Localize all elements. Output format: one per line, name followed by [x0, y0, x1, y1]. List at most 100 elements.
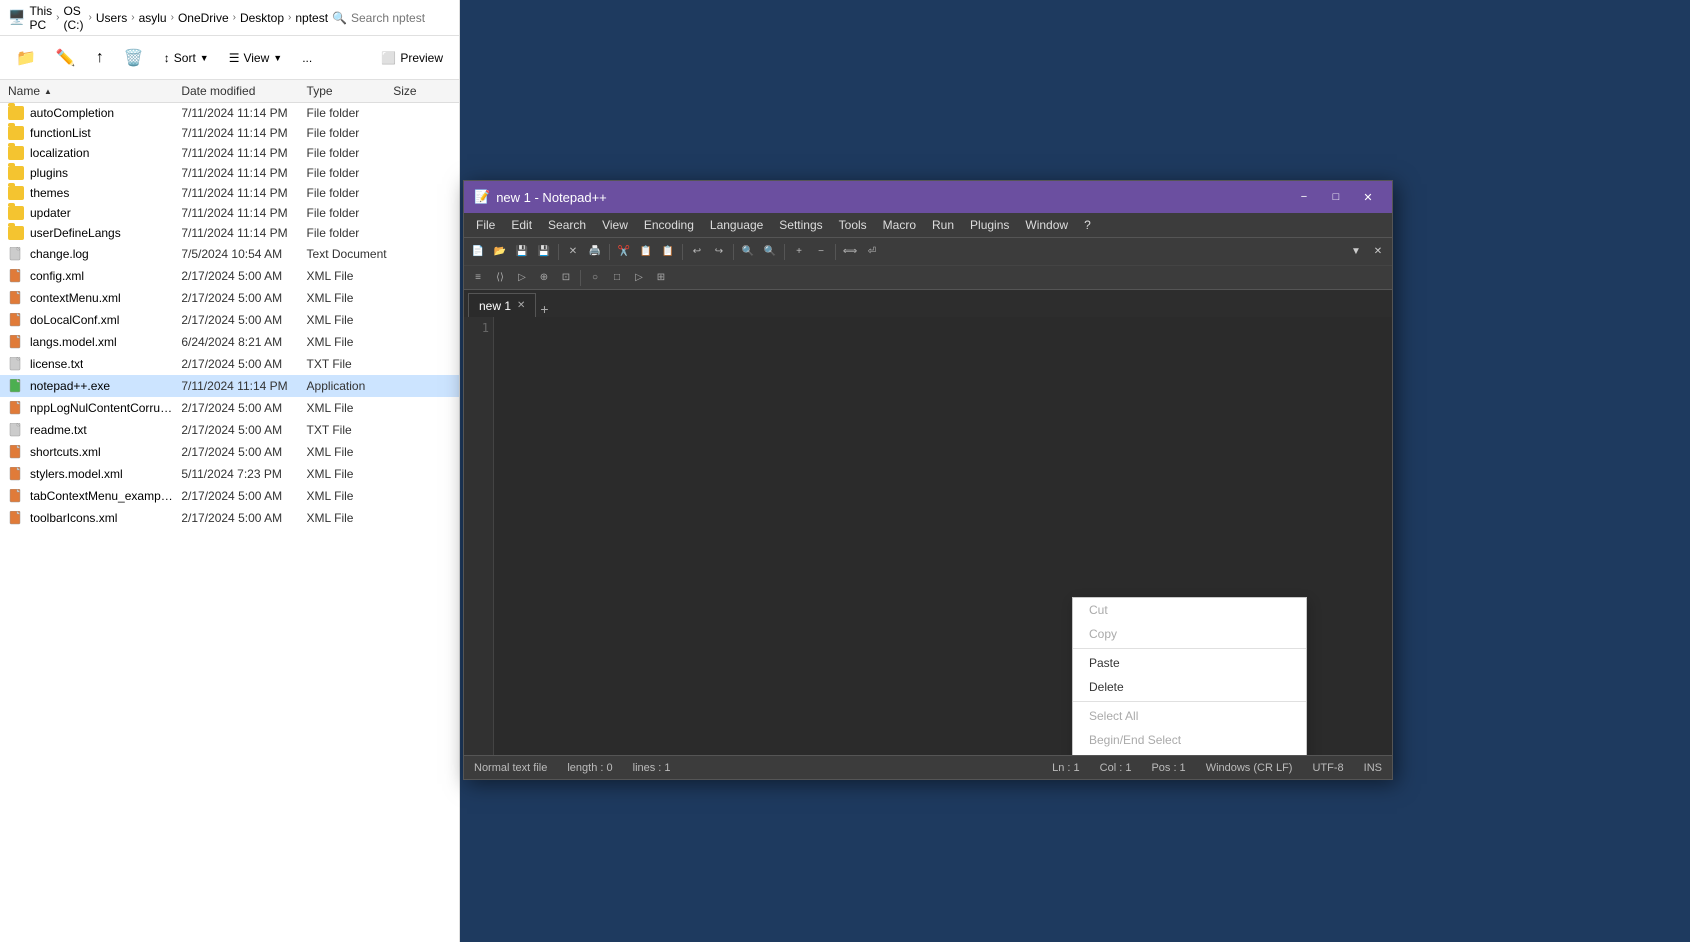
file-row[interactable]: themes 7/11/2024 11:14 PM File folder	[0, 183, 459, 203]
file-type: XML File	[307, 313, 394, 327]
menu-item-view[interactable]: View	[594, 216, 636, 234]
add-tab-button[interactable]: +	[540, 301, 548, 317]
file-row[interactable]: contextMenu.xml 2/17/2024 5:00 AM XML Fi…	[0, 287, 459, 309]
cut-btn[interactable]: ✂️	[614, 242, 634, 262]
file-row[interactable]: plugins 7/11/2024 11:14 PM File folder	[0, 163, 459, 183]
toolbar2-btn3[interactable]: ▷	[512, 268, 532, 288]
menu-item-macro[interactable]: Macro	[875, 216, 924, 234]
menu-item-tools[interactable]: Tools	[831, 216, 875, 234]
breadcrumb-users[interactable]: Users	[96, 11, 127, 25]
file-name: doLocalConf.xml	[8, 312, 181, 328]
file-row[interactable]: userDefineLangs 7/11/2024 11:14 PM File …	[0, 223, 459, 243]
toolbar2-sep	[580, 270, 581, 286]
menu-item-settings[interactable]: Settings	[771, 216, 830, 234]
file-type: File folder	[307, 166, 394, 180]
header-size[interactable]: Size	[393, 84, 451, 98]
file-row[interactable]: change.log 7/5/2024 10:54 AM Text Docume…	[0, 243, 459, 265]
file-row[interactable]: doLocalConf.xml 2/17/2024 5:00 AM XML Fi…	[0, 309, 459, 331]
notepad-titlebar: 📝 new 1 - Notepad++ − □ ✕	[464, 181, 1392, 213]
more-button[interactable]: ...	[294, 47, 320, 69]
header-name[interactable]: Name ▲	[8, 84, 181, 98]
redo-btn[interactable]: ↪	[709, 242, 729, 262]
toolbar2-btn1[interactable]: ≡	[468, 268, 488, 288]
new-folder-button[interactable]: 📁	[8, 44, 44, 72]
new-file-btn[interactable]: 📄	[468, 242, 488, 262]
save-all-btn[interactable]: 💾	[534, 242, 554, 262]
breadcrumb-onedrive[interactable]: OneDrive	[178, 11, 229, 25]
tab-close-btn[interactable]: ✕	[1368, 242, 1388, 262]
file-row[interactable]: localization 7/11/2024 11:14 PM File fol…	[0, 143, 459, 163]
menu-item-edit[interactable]: Edit	[503, 216, 540, 234]
breadcrumb-asylu[interactable]: asylu	[139, 11, 167, 25]
minimize-button[interactable]: −	[1290, 186, 1318, 208]
menu-item-file[interactable]: File	[468, 216, 503, 234]
sort-button[interactable]: ↕ Sort ▼	[156, 47, 217, 69]
file-row[interactable]: functionList 7/11/2024 11:14 PM File fol…	[0, 123, 459, 143]
delete-button[interactable]: 🗑️	[116, 44, 152, 72]
header-date[interactable]: Date modified	[181, 84, 306, 98]
file-row[interactable]: readme.txt 2/17/2024 5:00 AM TXT File	[0, 419, 459, 441]
file-row[interactable]: license.txt 2/17/2024 5:00 AM TXT File	[0, 353, 459, 375]
preview-button[interactable]: ⬜ Preview	[373, 47, 451, 69]
breadcrumb-this-pc[interactable]: This PC	[29, 4, 52, 32]
paste-btn[interactable]: 📋	[658, 242, 678, 262]
file-row[interactable]: nppLogNulContentCorruptionIssue.xml 2/17…	[0, 397, 459, 419]
context-menu-item[interactable]: Delete	[1073, 675, 1306, 699]
file-name: shortcuts.xml	[8, 444, 181, 460]
menu-item-search[interactable]: Search	[540, 216, 594, 234]
breadcrumb-osc[interactable]: OS (C:)	[63, 4, 84, 32]
file-row[interactable]: autoCompletion 7/11/2024 11:14 PM File f…	[0, 103, 459, 123]
toolbar2-btn7[interactable]: □	[607, 268, 627, 288]
file-row[interactable]: langs.model.xml 6/24/2024 8:21 AM XML Fi…	[0, 331, 459, 353]
file-name-text: tabContextMenu_example.xml	[30, 489, 175, 503]
zoom-in-btn[interactable]: +	[789, 242, 809, 262]
search-input[interactable]	[351, 11, 451, 25]
close-btn[interactable]: ✕	[563, 242, 583, 262]
find-replace-btn[interactable]: 🔍	[760, 242, 780, 262]
open-file-btn[interactable]: 📂	[490, 242, 510, 262]
tab-close-icon[interactable]: ✕	[517, 300, 525, 311]
context-menu-item[interactable]: Paste	[1073, 651, 1306, 675]
menu-item-run[interactable]: Run	[924, 216, 962, 234]
maximize-button[interactable]: □	[1322, 186, 1350, 208]
file-row[interactable]: config.xml 2/17/2024 5:00 AM XML File	[0, 265, 459, 287]
menu-item-language[interactable]: Language	[702, 216, 771, 234]
file-row[interactable]: notepad++.exe 7/11/2024 11:14 PM Applica…	[0, 375, 459, 397]
menu-item-plugins[interactable]: Plugins	[962, 216, 1017, 234]
file-row[interactable]: tabContextMenu_example.xml 2/17/2024 5:0…	[0, 485, 459, 507]
zoom-out-btn[interactable]: −	[811, 242, 831, 262]
undo-btn[interactable]: ↩	[687, 242, 707, 262]
toolbar2-btn8[interactable]: ▷	[629, 268, 649, 288]
file-row[interactable]: toolbarIcons.xml 2/17/2024 5:00 AM XML F…	[0, 507, 459, 529]
find-btn[interactable]: 🔍	[738, 242, 758, 262]
notepad-editor[interactable]: 1 CutCopyPasteDeleteSelect AllBegin/End …	[464, 317, 1392, 755]
tab-new1[interactable]: new 1 ✕	[468, 293, 536, 317]
print-btn[interactable]: 🖨️	[585, 242, 605, 262]
toolbar2-btn5[interactable]: ⊡	[556, 268, 576, 288]
sync-scroll-btn[interactable]: ⟺	[840, 242, 860, 262]
rename-button[interactable]: ✏️	[48, 44, 84, 72]
save-file-btn[interactable]: 💾	[512, 242, 532, 262]
file-date: 2/17/2024 5:00 AM	[181, 401, 306, 415]
view-button[interactable]: ☰ View ▼	[221, 47, 290, 69]
toolbar2-btn9[interactable]: ⊞	[651, 268, 671, 288]
file-icon	[8, 510, 24, 526]
word-wrap-btn[interactable]: ⏎	[862, 242, 882, 262]
toolbar2-btn4[interactable]: ⊕	[534, 268, 554, 288]
close-button[interactable]: ✕	[1354, 186, 1382, 208]
file-row[interactable]: updater 7/11/2024 11:14 PM File folder	[0, 203, 459, 223]
toolbar2-btn2[interactable]: ⟨⟩	[490, 268, 510, 288]
tab-down-btn[interactable]: ▼	[1346, 242, 1366, 262]
breadcrumb-nptest[interactable]: nptest	[295, 11, 328, 25]
breadcrumb-desktop[interactable]: Desktop	[240, 11, 284, 25]
share-button[interactable]: ↑	[88, 45, 112, 71]
file-row[interactable]: stylers.model.xml 5/11/2024 7:23 PM XML …	[0, 463, 459, 485]
menu-item-encoding[interactable]: Encoding	[636, 216, 702, 234]
header-type[interactable]: Type	[307, 84, 394, 98]
file-date: 7/11/2024 11:14 PM	[181, 146, 306, 160]
file-row[interactable]: shortcuts.xml 2/17/2024 5:00 AM XML File	[0, 441, 459, 463]
menu-item-window[interactable]: Window	[1017, 216, 1076, 234]
copy-btn[interactable]: 📋	[636, 242, 656, 262]
menu-item-?[interactable]: ?	[1076, 216, 1099, 234]
toolbar2-btn6[interactable]: ○	[585, 268, 605, 288]
